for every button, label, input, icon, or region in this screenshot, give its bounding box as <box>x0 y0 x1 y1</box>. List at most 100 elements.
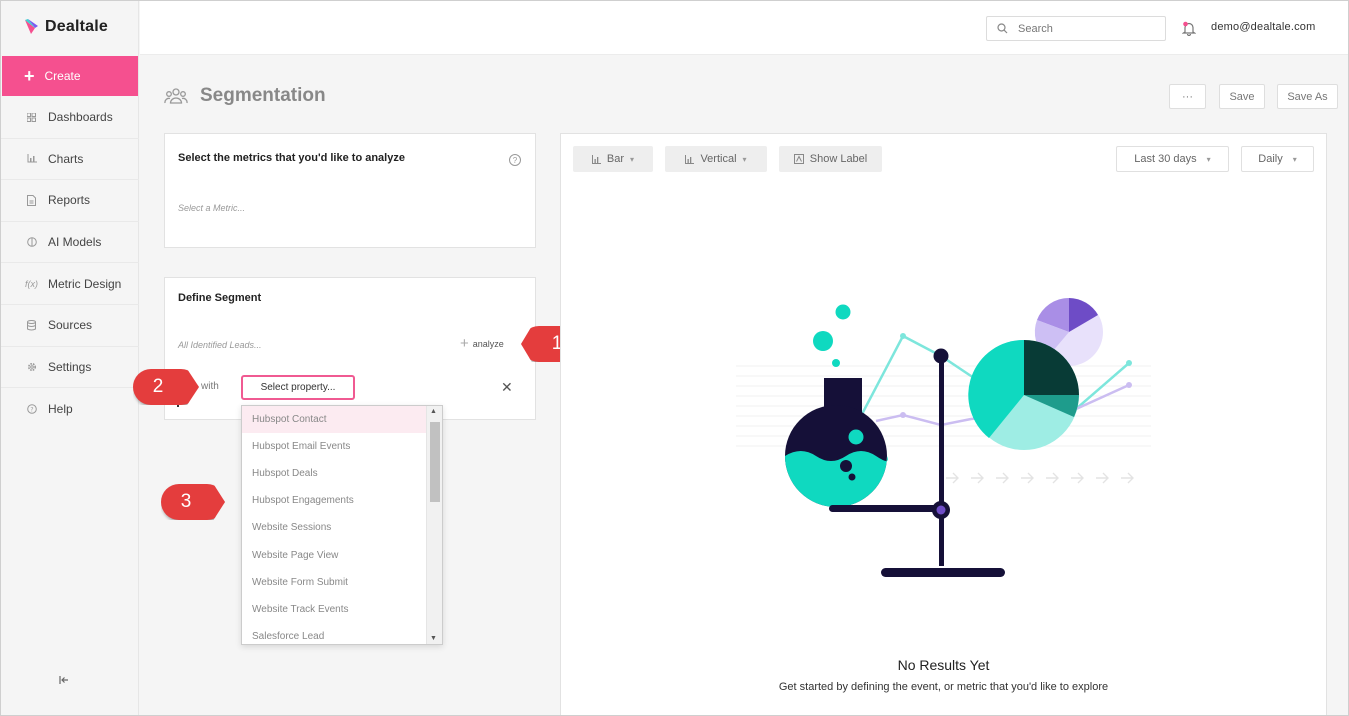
topbar: Search demo@dealtale.com <box>140 1 1348 55</box>
bar-chart-icon <box>685 154 695 164</box>
callout-2: 2 <box>133 369 199 405</box>
more-options-label: ··· <box>1182 90 1193 103</box>
bar-chart-icon <box>25 154 38 163</box>
create-label: Create <box>44 69 81 83</box>
help-icon[interactable]: ? <box>509 154 521 166</box>
scroll-up-icon[interactable]: ▲ <box>430 408 437 415</box>
users-group-icon <box>164 88 188 104</box>
app-name: Dealtale <box>45 18 108 35</box>
grid-icon <box>25 112 38 122</box>
search-icon <box>997 23 1008 34</box>
metric-select-input[interactable]: Select a Metric... <box>178 203 245 213</box>
metrics-card <box>164 133 536 248</box>
callout-3: 3 <box>161 484 225 520</box>
analyze-label: analyze <box>472 339 504 349</box>
sidebar-item-label: Reports <box>48 193 91 208</box>
property-dropdown-list: Hubspot Contact Hubspot Email Events Hub… <box>241 405 443 645</box>
sidebar-item-label: Help <box>48 401 73 416</box>
date-range-label: Last 30 days <box>1134 153 1197 165</box>
help-circle-icon: ? <box>25 404 38 414</box>
interval-label: Daily <box>1258 153 1283 165</box>
dropdown-scrollbar[interactable]: ▲ ▼ <box>426 406 442 644</box>
save-as-label: Save As <box>1287 90 1328 103</box>
sidebar: Dealtale + Create Dashboards Charts Repo… <box>1 1 139 715</box>
page-title: Segmentation <box>164 85 326 107</box>
sidebar-item-settings[interactable]: Settings <box>1 347 139 389</box>
sidebar-item-reports[interactable]: Reports <box>1 180 139 222</box>
sidebar-item-charts[interactable]: Charts <box>1 139 139 181</box>
chevron-down-icon: ▾ <box>1206 154 1211 164</box>
leads-select-input[interactable]: All Identified Leads... <box>178 340 262 350</box>
chevron-down-icon: ▾ <box>630 154 635 164</box>
orientation-dropdown[interactable]: Vertical ▾ <box>665 146 767 172</box>
chart-type-label: Bar <box>606 153 625 165</box>
create-button[interactable]: + Create <box>2 56 138 96</box>
sidebar-item-label: Dashboards <box>48 110 113 125</box>
plus-icon: + <box>460 335 469 352</box>
with-label: with <box>201 381 219 392</box>
sidebar-nav: Dashboards Charts Reports AI Models f(x)… <box>1 97 139 430</box>
sidebar-item-sources[interactable]: Sources <box>1 305 139 347</box>
dropdown-option[interactable]: Website Page View <box>242 541 427 568</box>
sidebar-item-label: Settings <box>48 359 92 374</box>
empty-state-illustration <box>736 297 1151 577</box>
svg-text:?: ? <box>30 406 33 413</box>
save-button[interactable]: Save <box>1219 84 1265 109</box>
sidebar-item-label: Sources <box>48 318 93 333</box>
select-property-label: Select property... <box>260 382 336 393</box>
app-window: Dealtale + Create Dashboards Charts Repo… <box>0 0 1349 716</box>
database-icon <box>25 319 38 331</box>
analyze-button[interactable]: + analyze <box>460 335 504 352</box>
sidebar-item-label: Metric Design <box>48 276 122 291</box>
user-email[interactable]: demo@dealtale.com <box>1211 21 1315 33</box>
dropdown-option[interactable]: Hubspot Email Events <box>242 433 427 460</box>
document-icon <box>25 194 38 206</box>
callout-number: 3 <box>180 491 192 512</box>
show-label-toggle[interactable]: Show Label <box>779 146 882 172</box>
more-options-button[interactable]: ··· <box>1169 84 1206 109</box>
callout-number: 2 <box>152 376 164 397</box>
sidebar-item-label: Charts <box>48 151 84 166</box>
dealtale-logo-icon <box>25 19 38 34</box>
ai-icon <box>25 237 38 247</box>
interval-dropdown[interactable]: Daily ▾ <box>1241 146 1314 172</box>
metrics-card-title: Select the metrics that you'd like to an… <box>178 152 405 164</box>
date-range-dropdown[interactable]: Last 30 days ▾ <box>1116 146 1229 172</box>
page-title-text: Segmentation <box>200 85 326 106</box>
collapse-sidebar-icon[interactable] <box>59 674 69 688</box>
orientation-label: Vertical <box>700 153 737 165</box>
dropdown-option[interactable]: Hubspot Engagements <box>242 487 427 514</box>
sidebar-item-ai-models[interactable]: AI Models <box>1 222 139 264</box>
bell-icon[interactable] <box>1181 21 1197 41</box>
show-label-text: Show Label <box>809 153 868 165</box>
search-input[interactable]: Search <box>986 16 1166 41</box>
plus-icon: + <box>24 66 35 86</box>
dropdown-option[interactable]: Website Sessions <box>242 514 427 541</box>
save-as-button[interactable]: Save As <box>1277 84 1338 109</box>
empty-state-subtitle: Get started by defining the event, or me… <box>778 681 1109 693</box>
gear-icon <box>25 362 38 372</box>
sidebar-item-metric-design[interactable]: f(x) Metric Design <box>1 263 139 305</box>
function-icon: f(x) <box>25 278 38 289</box>
dropdown-option[interactable]: Hubspot Deals <box>242 460 427 487</box>
dropdown-option[interactable]: Salesforce Lead <box>242 623 427 644</box>
segment-card-title: Define Segment <box>178 292 262 304</box>
select-property-dropdown[interactable]: Select property... <box>241 375 355 400</box>
chevron-down-icon: ▾ <box>742 154 747 164</box>
dropdown-option[interactable]: Website Track Events <box>242 596 427 623</box>
label-icon <box>793 154 804 164</box>
scrollbar-thumb[interactable] <box>430 422 440 502</box>
sidebar-item-label: AI Models <box>48 235 102 250</box>
dropdown-option[interactable]: Hubspot Contact <box>242 406 427 434</box>
chart-type-dropdown[interactable]: Bar ▾ <box>573 146 653 172</box>
sidebar-item-dashboards[interactable]: Dashboards <box>1 97 139 139</box>
bar-chart-icon <box>591 154 601 164</box>
dropdown-option[interactable]: Website Form Submit <box>242 569 427 596</box>
sidebar-item-help[interactable]: ? Help <box>1 388 139 430</box>
scroll-down-icon[interactable]: ▼ <box>430 635 437 642</box>
close-icon[interactable]: ✕ <box>501 379 513 396</box>
logo[interactable]: Dealtale <box>23 18 108 36</box>
chevron-down-icon: ▾ <box>1292 154 1297 164</box>
empty-state-title: No Results Yet <box>897 657 990 673</box>
search-placeholder: Search <box>1018 22 1053 35</box>
